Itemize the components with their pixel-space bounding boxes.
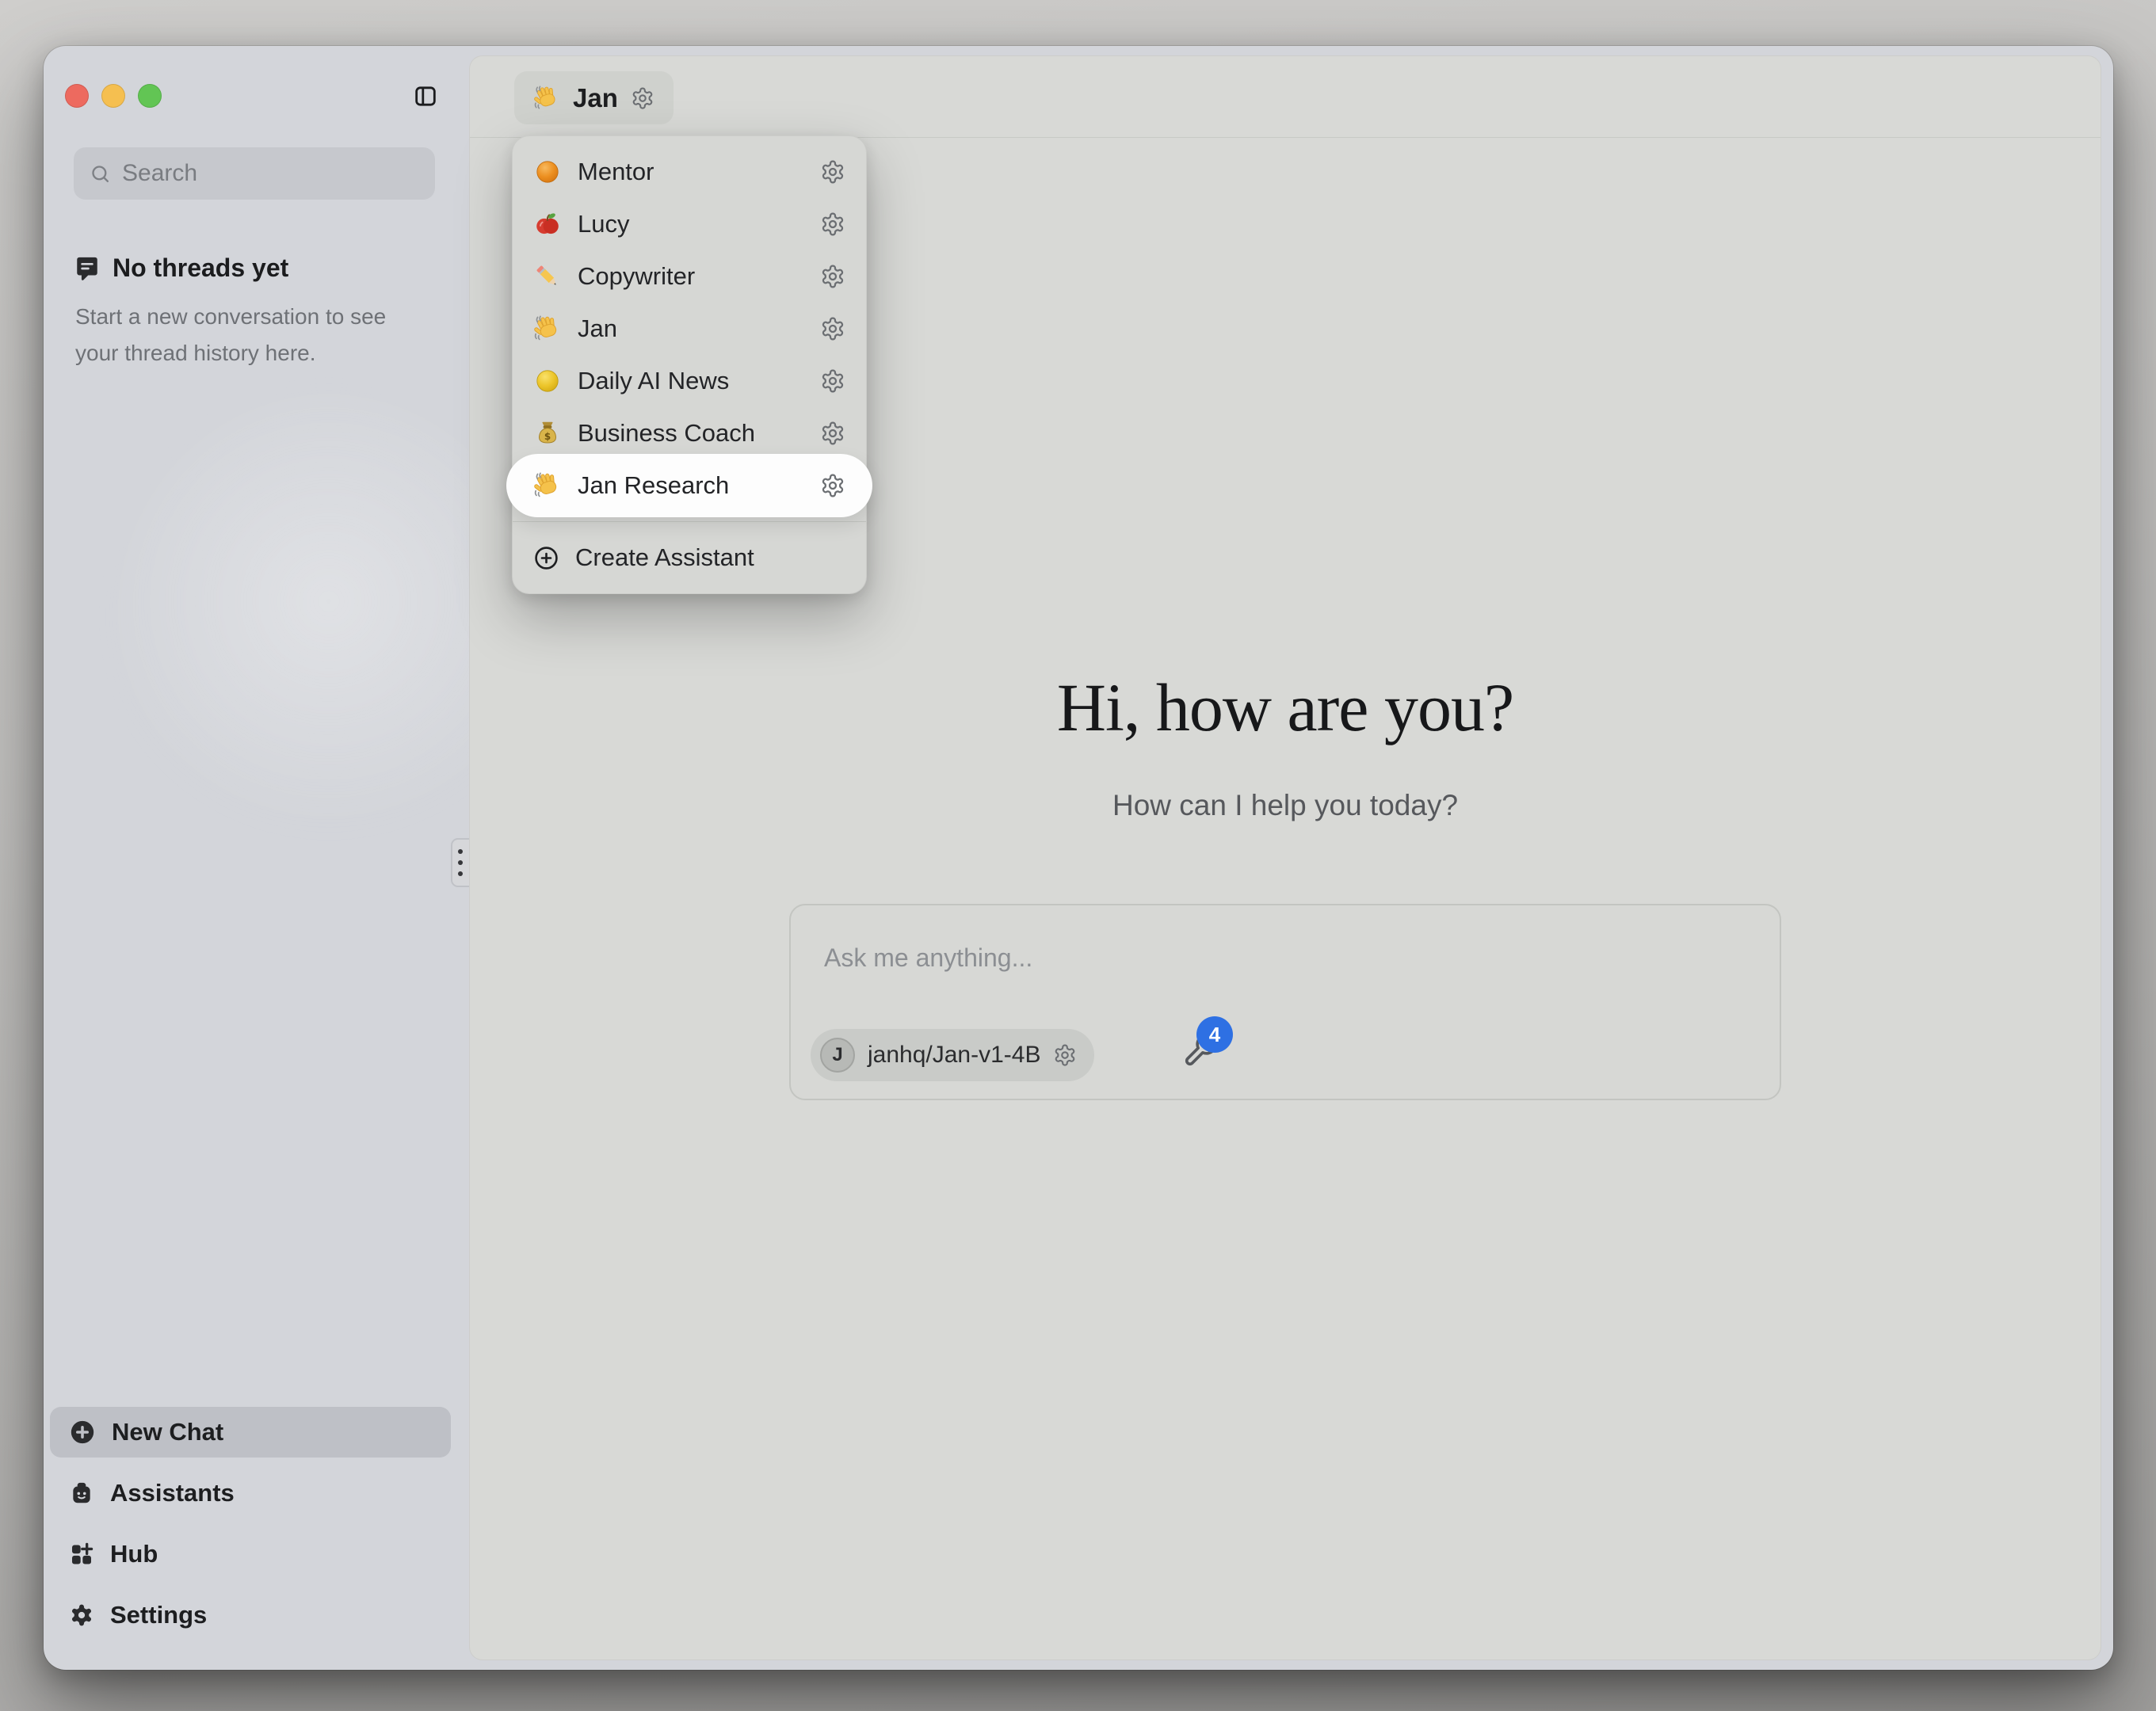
search-input[interactable]: Search — [74, 147, 435, 200]
model-selector-button[interactable]: J janhq/Jan-v1-4B — [811, 1029, 1094, 1081]
menu-divider — [513, 521, 866, 522]
hub-icon — [69, 1541, 94, 1567]
menu-item-lucy[interactable]: Lucy — [513, 198, 866, 250]
orange-circle-emoji-icon — [533, 158, 562, 186]
greeting-subtitle: How can I help you today? — [470, 789, 2101, 822]
menu-item-gear-icon[interactable] — [820, 264, 845, 289]
nav-label-assistants: Assistants — [110, 1479, 235, 1507]
menu-item-gear-icon[interactable] — [820, 473, 845, 498]
sidebar: Search No threads yet Start a new conver… — [44, 46, 469, 1670]
model-settings-gear-icon[interactable] — [1053, 1043, 1077, 1067]
wave-hand-emoji-icon — [533, 471, 562, 500]
create-assistant-button[interactable]: Create Assistant — [513, 532, 866, 584]
minimize-button[interactable] — [101, 84, 125, 108]
wave-hand-emoji-icon — [533, 314, 562, 343]
assistant-settings-gear-icon[interactable] — [631, 86, 654, 110]
apple-emoji-icon — [533, 210, 562, 238]
nav-label-new-chat: New Chat — [112, 1418, 223, 1446]
close-button[interactable] — [65, 84, 89, 108]
plus-circle-outline-icon — [533, 545, 559, 571]
zoom-button[interactable] — [138, 84, 162, 108]
nav-label-settings: Settings — [110, 1601, 207, 1629]
chat-bubble-icon — [74, 255, 101, 282]
settings-gear-icon — [69, 1602, 94, 1628]
app-window: Search No threads yet Start a new conver… — [44, 46, 2113, 1670]
yellow-circle-emoji-icon — [533, 367, 562, 395]
assistant-selector-button[interactable]: Jan — [514, 71, 674, 124]
chat-composer[interactable]: Ask me anything... J janhq/Jan-v1-4B 4 — [789, 904, 1781, 1100]
sidebar-toggle-icon[interactable] — [413, 83, 438, 109]
menu-item-business-coach[interactable]: Business Coach — [513, 407, 866, 459]
nav-label-hub: Hub — [110, 1540, 158, 1568]
search-placeholder: Search — [122, 160, 197, 187]
threads-empty-description: Start a new conversation to see your thr… — [75, 299, 446, 372]
composer-placeholder: Ask me anything... — [824, 943, 1032, 973]
menu-item-gear-icon[interactable] — [820, 421, 845, 446]
menu-item-gear-icon[interactable] — [820, 159, 845, 185]
model-avatar: J — [820, 1038, 855, 1073]
sidebar-nav: New Chat Assistants — [50, 1407, 451, 1651]
menu-item-jan[interactable]: Jan — [513, 303, 866, 355]
money-bag-emoji-icon — [533, 419, 562, 448]
plus-circle-icon — [69, 1419, 96, 1446]
threads-empty-title: No threads yet — [113, 253, 288, 283]
panel-header — [470, 56, 2101, 138]
window-controls — [65, 84, 162, 108]
assistant-selector-label: Jan — [573, 83, 618, 113]
greeting-title: Hi, how are you? — [470, 668, 2101, 747]
search-icon — [90, 163, 111, 185]
main-panel: Jan Mentor Lucy — [469, 55, 2101, 1660]
menu-item-mentor[interactable]: Mentor — [513, 146, 866, 198]
menu-item-gear-icon[interactable] — [820, 316, 845, 341]
sidebar-item-assistants[interactable]: Assistants — [50, 1468, 451, 1519]
tools-count-badge: 4 — [1196, 1016, 1233, 1053]
menu-item-gear-icon[interactable] — [820, 211, 845, 237]
new-chat-button[interactable]: New Chat — [50, 1407, 451, 1458]
menu-item-jan-research[interactable]: Jan Research — [513, 459, 866, 512]
sidebar-item-hub[interactable]: Hub — [50, 1529, 451, 1580]
assistants-icon — [69, 1480, 94, 1506]
sidebar-item-settings[interactable]: Settings — [50, 1590, 451, 1641]
desktop: { "window": { "traffic_lights": [ { "nam… — [0, 0, 2156, 1711]
menu-item-copywriter[interactable]: Copywriter — [513, 250, 866, 303]
menu-item-daily-ai-news[interactable]: Daily AI News — [513, 355, 866, 407]
pencil-emoji-icon — [533, 262, 562, 291]
assistant-dropdown-menu: Mentor Lucy Copywriter — [512, 135, 867, 594]
wave-hand-icon — [533, 85, 560, 112]
menu-item-gear-icon[interactable] — [820, 368, 845, 394]
model-name: janhq/Jan-v1-4B — [868, 1042, 1040, 1069]
threads-empty-state: No threads yet Start a new conversation … — [74, 253, 446, 372]
